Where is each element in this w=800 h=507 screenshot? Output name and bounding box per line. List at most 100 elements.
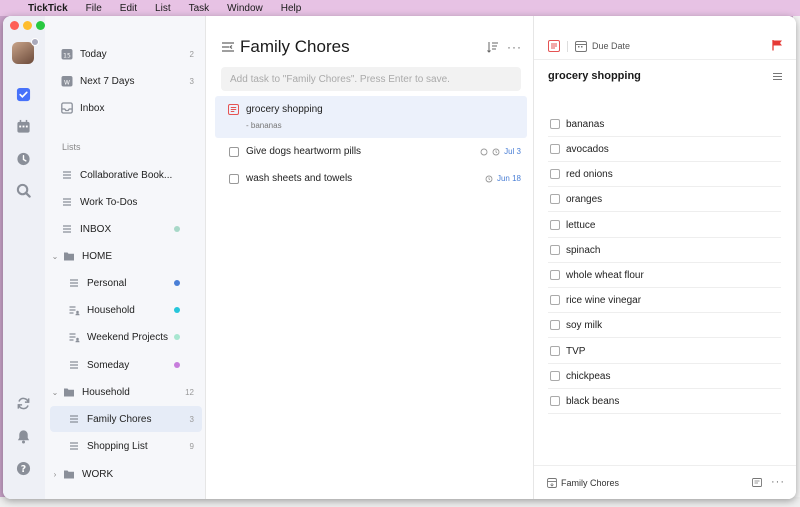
notification-bell-icon[interactable] (15, 428, 31, 444)
due-date-text: Jun 18 (496, 174, 521, 183)
sidebar-item-personal[interactable]: Personal (50, 270, 202, 296)
menu-app-name[interactable]: TickTick (28, 3, 68, 14)
svg-text:15: 15 (63, 53, 71, 60)
task-count: 9 (189, 441, 194, 451)
checklist-item[interactable]: lettuce (548, 213, 781, 238)
task-checkbox[interactable] (229, 173, 239, 184)
checklist-item[interactable]: black beans (548, 389, 781, 414)
task-row-wash-sheets-and-towels[interactable]: wash sheets and towels Jun 18 (215, 165, 527, 192)
folder-icon (62, 385, 76, 399)
sidebar-item-inbox-list[interactable]: INBOX (50, 216, 202, 242)
chevron-down-icon[interactable]: ⌄ (50, 388, 60, 397)
avatar[interactable] (12, 42, 34, 64)
close-window-button[interactable] (10, 21, 19, 30)
checklist-item[interactable]: oranges (548, 187, 781, 212)
checklist-item[interactable]: spinach (548, 238, 781, 263)
checklist-item[interactable]: chickpeas (548, 364, 781, 389)
list-icon (60, 195, 74, 209)
footer-list-name[interactable]: Family Chores (561, 478, 619, 488)
checklist-checkbox[interactable] (550, 320, 560, 330)
task-row-give-dogs-heartworm-pills[interactable]: Give dogs heartworm pills Jul 3 (215, 138, 527, 165)
sidebar-item-shopping-list[interactable]: Shopping List 9 (50, 433, 202, 459)
sidebar-item-label: Inbox (80, 102, 105, 114)
sidebar-item-weekend-projects[interactable]: Weekend Projects (50, 324, 202, 350)
checklist-checkbox[interactable] (550, 371, 560, 381)
sidebar-item-inbox[interactable]: Inbox (50, 95, 202, 121)
note-type-icon[interactable] (548, 40, 560, 52)
due-date-calendar-icon[interactable] (575, 40, 587, 52)
sort-icon[interactable] (487, 41, 499, 53)
sidebar-folder-home[interactable]: ⌄ HOME (50, 243, 202, 269)
checklist-checkbox[interactable] (550, 144, 560, 154)
checklist-mode-icon[interactable] (772, 71, 783, 82)
task-title: wash sheets and towels (246, 173, 353, 184)
sidebar-item-work-to-dos[interactable]: Work To-Dos (50, 189, 202, 215)
menu-help[interactable]: Help (281, 3, 302, 14)
avatar-badge-icon (31, 38, 39, 46)
checklist-checkbox[interactable] (550, 245, 560, 255)
chevron-right-icon[interactable]: › (50, 470, 60, 479)
comment-icon[interactable] (752, 478, 762, 488)
sidebar-item-collaborative-book[interactable]: Collaborative Book... (50, 162, 202, 188)
list-icon (67, 412, 81, 426)
repeat-icon (480, 148, 488, 155)
sidebar-item-today[interactable]: 15 Today 2 (50, 41, 202, 67)
menu-edit[interactable]: Edit (120, 3, 137, 14)
sync-icon[interactable] (15, 395, 31, 411)
minimize-window-button[interactable] (23, 21, 32, 30)
collapse-sidebar-icon[interactable] (221, 40, 235, 54)
move-to-list-icon[interactable] (547, 478, 557, 488)
sidebar-item-family-chores[interactable]: Family Chores 3 (50, 406, 202, 432)
pomodoro-clock-icon[interactable] (15, 150, 31, 166)
checklist-checkbox[interactable] (550, 270, 560, 280)
checklist-item-text: rice wine vinegar (566, 294, 642, 306)
more-options-icon[interactable]: ··· (771, 476, 785, 488)
checklist-checkbox[interactable] (550, 194, 560, 204)
help-icon[interactable]: ? (15, 460, 31, 476)
sidebar-item-someday[interactable]: Someday (50, 352, 202, 378)
more-options-icon[interactable]: ··· (507, 40, 522, 54)
list-color-dot (174, 226, 180, 232)
checklist-item[interactable]: red onions (548, 162, 781, 187)
menu-file[interactable]: File (86, 3, 102, 14)
sidebar-item-household[interactable]: Household (50, 297, 202, 323)
checklist-item[interactable]: rice wine vinegar (548, 288, 781, 313)
checklist-checkbox[interactable] (550, 295, 560, 305)
menu-task[interactable]: Task (189, 3, 210, 14)
lists-section-label: Lists (62, 142, 81, 152)
menu-window[interactable]: Window (227, 3, 263, 14)
detail-task-title[interactable]: grocery shopping (548, 70, 641, 82)
task-count: 12 (185, 387, 194, 397)
checklist-checkbox[interactable] (550, 220, 560, 230)
zoom-window-button[interactable] (36, 21, 45, 30)
sidebar-item-label: INBOX (80, 223, 112, 235)
menu-list[interactable]: List (155, 3, 171, 14)
macos-menu-bar: TickTick File Edit List Task Window Help (0, 0, 800, 16)
add-task-input[interactable] (221, 67, 521, 91)
checklist-checkbox[interactable] (550, 346, 560, 356)
sidebar-item-next-7-days[interactable]: W Next 7 Days 3 (50, 68, 202, 94)
chevron-down-icon[interactable]: ⌄ (50, 252, 60, 261)
checklist-checkbox[interactable] (550, 169, 560, 179)
checklist-item[interactable]: whole wheat flour (548, 263, 781, 288)
sidebar-folder-work[interactable]: › WORK (50, 461, 202, 487)
search-icon[interactable] (15, 182, 31, 198)
note-checkbox-icon[interactable] (228, 104, 239, 115)
task-row-grocery-shopping[interactable]: grocery shopping - bananas (215, 96, 527, 138)
calendar-icon[interactable] (15, 118, 31, 134)
list-color-dot (174, 362, 180, 368)
due-date-button[interactable]: Due Date (592, 41, 630, 51)
calendar-week-icon: W (60, 74, 74, 88)
sidebar-item-label: Shopping List (87, 440, 148, 452)
checklist-checkbox[interactable] (550, 119, 560, 129)
sidebar-folder-household[interactable]: ⌄ Household 12 (50, 379, 202, 405)
page-title: Family Chores (240, 37, 350, 56)
checklist-checkbox[interactable] (550, 396, 560, 406)
priority-flag-icon[interactable] (771, 39, 783, 51)
checklist-item[interactable]: bananas (548, 112, 781, 137)
tasks-checkbox-icon[interactable] (15, 86, 31, 102)
checklist-item[interactable]: avocados (548, 137, 781, 162)
checklist-item[interactable]: soy milk (548, 313, 781, 338)
checklist-item[interactable]: TVP (548, 339, 781, 364)
task-checkbox[interactable] (229, 146, 239, 157)
